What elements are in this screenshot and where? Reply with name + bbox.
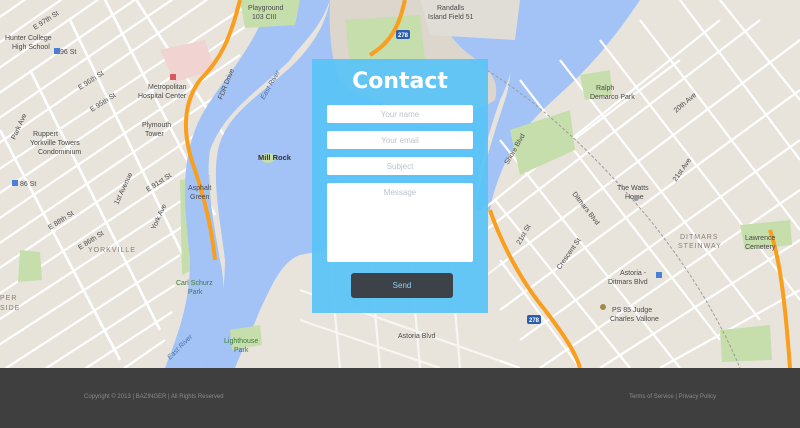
email-input[interactable] [327,131,473,149]
map-label: Metropolitan [148,84,187,91]
copyright-text: Copyright © 2013 | BAZINGER | All Rights… [84,394,224,400]
area-label: STEINWAY [678,243,722,250]
area-label: PER [0,295,17,302]
map-label: Randalls [437,5,465,12]
contact-panel: Contact Send [312,59,488,313]
hospital-marker-icon [170,74,176,80]
map-label: Mill Rock [258,153,292,162]
name-input[interactable] [327,105,473,123]
area-label: YORKVILLE [88,247,136,254]
map-label: Playground [248,5,284,12]
map-label: Ditmars Blvd [608,279,648,286]
map-label: Yorkville Towers [30,140,80,147]
map-label: Ralph [596,85,614,92]
map-label: Tower [145,131,164,138]
subway-marker-icon [656,272,662,278]
area-label: DITMARS [680,234,719,241]
map-label: 96 St [60,49,76,56]
poi-marker-icon [633,195,639,201]
message-textarea[interactable] [327,183,473,262]
map-label: 86 St [20,181,36,188]
school-marker-icon [600,304,606,310]
privacy-policy-link[interactable]: Privacy Policy [679,394,716,400]
map-label: Ruppert [33,131,58,138]
footer-link-separator: | [675,394,677,400]
map-label: Lawrence [745,235,775,242]
terms-of-service-link[interactable]: Terms of Service [629,394,674,400]
map-label: Demarco Park [590,94,635,101]
map-label: Lighthouse [224,338,258,345]
map-label: 103 CIII [252,14,277,21]
map-label: Condominium [38,149,81,156]
map-label: Plymouth [142,122,171,129]
map-label: Park [234,347,249,354]
randalls-park [345,15,425,65]
park-se [720,325,772,362]
map-label: Park [188,289,203,296]
area-label: SIDE [0,305,20,312]
subject-input[interactable] [327,157,473,175]
map-label: Hospital Center [138,93,187,100]
footer-links: Terms of Service | Privacy Policy [629,394,716,400]
map-label: High School [12,44,50,51]
map-label: Charles Vallone [610,316,659,323]
highway-shield-label: 278 [529,318,540,324]
park-small [18,250,42,282]
map-label: The Watts [617,185,649,192]
send-button[interactable]: Send [351,273,453,298]
contact-title: Contact [352,69,448,94]
map-label: PS 85 Judge [612,307,652,314]
map-label: Asphalt [188,185,211,192]
map-label: Green [190,194,210,201]
highway-shield-label: 278 [398,33,409,39]
footer: Copyright © 2013 | BAZINGER | All Rights… [0,368,800,428]
map-label: Cemetery [745,244,776,251]
map-label: Carl Schurz [176,280,213,287]
subway-marker-icon [12,180,18,186]
map-label: Astoria - [620,270,647,277]
map-label: Hunter College [5,35,52,42]
map-label: Island Field 51 [428,14,474,21]
subway-marker-icon [54,48,60,54]
map-label: Astoria Blvd [398,333,435,340]
